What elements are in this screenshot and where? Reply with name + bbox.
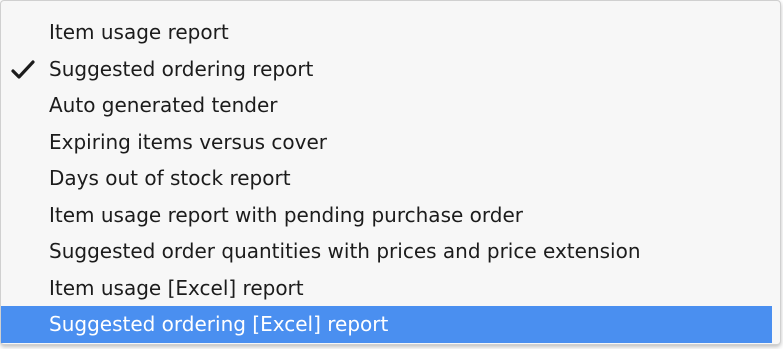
menu-item-label: Auto generated tender — [49, 93, 278, 117]
menu-item-suggested-ordering-report[interactable]: Suggested ordering report — [1, 51, 780, 88]
menu-item-expiring-items-versus-cover[interactable]: Expiring items versus cover — [1, 124, 780, 161]
menu-item-label: Suggested ordering [Excel] report — [49, 312, 389, 336]
menu-item-item-usage-pending-po[interactable]: Item usage report with pending purchase … — [1, 197, 780, 234]
menu-item-label: Item usage report — [49, 20, 229, 44]
menu-item-item-usage-report[interactable]: Item usage report — [1, 14, 780, 51]
menu-item-auto-generated-tender[interactable]: Auto generated tender — [1, 87, 780, 124]
checkmark-icon — [11, 51, 39, 88]
menu-item-label: Expiring items versus cover — [49, 129, 328, 154]
menu-item-days-out-of-stock-report[interactable]: Days out of stock report — [1, 160, 780, 197]
menu-item-label: Item usage report with pending purchase … — [49, 202, 523, 227]
report-dropdown-menu: Item usage report Suggested ordering rep… — [0, 0, 781, 345]
menu-item-label: Item usage [Excel] report — [49, 275, 304, 300]
menu-item-item-usage-excel-report[interactable]: Item usage [Excel] report — [1, 270, 780, 307]
menu-item-label: Suggested ordering report — [49, 56, 314, 81]
menu-item-label: Suggested order quantities with prices a… — [49, 239, 641, 263]
menu-item-suggested-order-quantities-prices[interactable]: Suggested order quantities with prices a… — [1, 233, 780, 270]
menu-item-label: Days out of stock report — [49, 166, 291, 190]
menu-item-suggested-ordering-excel-report[interactable]: Suggested ordering [Excel] report — [1, 306, 772, 343]
